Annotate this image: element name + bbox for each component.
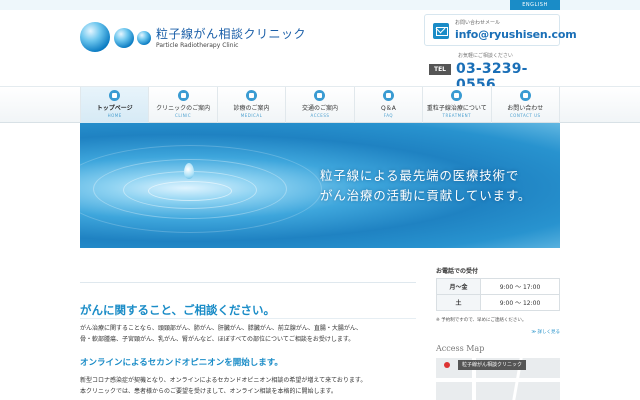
divider xyxy=(80,282,416,283)
email-contact-box[interactable]: お問い合わせメール info@ryushisen.com xyxy=(424,14,577,46)
nav-label: 重粒子線治療について xyxy=(426,105,487,112)
nav-item-faq[interactable]: Q＆A FAQ xyxy=(353,87,422,123)
email-caption: お問い合わせメール xyxy=(455,20,501,26)
phone-hours-title: お電話での受付 xyxy=(436,268,479,275)
nav-sublabel: MEDICAL xyxy=(240,113,263,118)
hours-time: 9:00 〜 17:00 xyxy=(480,278,560,295)
nav-item-contact[interactable]: お問い合わせ CONTACT US xyxy=(490,87,560,123)
nav-label: 交通のご案内 xyxy=(301,105,338,112)
medical-icon xyxy=(246,90,258,101)
reservation-note: ※ 予約制ですので、早めにご連絡ください。 xyxy=(436,318,527,323)
logo-title: 粒子線がん相談クリニック xyxy=(156,27,307,41)
water-drop-image xyxy=(184,163,194,179)
intro-text: がん治療に関することなら、頭頸部がん、肺がん、肝臓がん、膵臓がん、前立腺がん、直… xyxy=(80,325,362,332)
logo-bubble-icon xyxy=(114,28,134,48)
hero-tagline: がん治療の活動に貢献しています。 xyxy=(320,188,532,203)
nav-item-treatment[interactable]: 重粒子線治療について TREATMENT xyxy=(422,87,490,123)
mail-icon xyxy=(433,23,449,39)
online-text: 本クリニックでは、患者様からのご要望を受けまして、オンライン相談を本格的に開始し… xyxy=(80,388,337,395)
divider xyxy=(80,318,416,319)
contact-icon xyxy=(519,90,531,101)
tel-badge: TEL xyxy=(429,64,451,75)
nav-item-access[interactable]: 交通のご案内 ACCESS xyxy=(285,87,353,123)
phone-contact: TEL 03-3239-0556 xyxy=(424,61,560,93)
map-clinic-label: 粒子線がん相談クリニック xyxy=(458,360,527,370)
email-link[interactable]: info@ryushisen.com xyxy=(455,28,577,41)
treatment-icon xyxy=(451,90,463,101)
access-map[interactable]: 粒子線がん相談クリニック xyxy=(436,358,560,400)
table-row: 土 9:00 〜 12:00 xyxy=(436,294,560,311)
map-road xyxy=(436,378,560,382)
access-icon xyxy=(314,90,326,101)
nav-label: Q＆A xyxy=(380,105,396,112)
hours-time: 9:00 〜 12:00 xyxy=(480,294,560,311)
nav-sublabel: HOME xyxy=(107,113,122,118)
sidebar: お電話での受付 月〜金 9:00 〜 17:00 土 9:00 〜 12:00 … xyxy=(436,262,560,400)
details-link[interactable]: ≫ 詳しく見る xyxy=(531,329,560,335)
nav-item-home[interactable]: トップページ HOME xyxy=(80,87,149,123)
hours-day: 月〜金 xyxy=(436,278,481,295)
hero-banner: 粒子線による最先端の医療技術で がん治療の活動に貢献しています。 xyxy=(80,123,560,248)
home-icon xyxy=(109,90,121,101)
hero-tagline: 粒子線による最先端の医療技術で xyxy=(320,168,520,183)
intro-text: 骨・軟部腫瘍、子宮頸がん、乳がん、腎がんなど、ほぼすべての部位についてご相談をお… xyxy=(80,336,355,343)
online-heading: オンラインによるセカンドオピニオンを開始します。 xyxy=(80,358,283,368)
table-row: 月〜金 9:00 〜 17:00 xyxy=(436,278,560,295)
water-ripple xyxy=(148,181,232,201)
nav-label: トップページ xyxy=(96,105,133,112)
nav-sublabel: ACCESS xyxy=(310,113,330,118)
faq-icon xyxy=(382,90,394,101)
phone-caption: お気軽にご相談ください xyxy=(458,53,513,59)
hours-day: 土 xyxy=(436,294,481,311)
hours-table: 月〜金 9:00 〜 17:00 土 9:00 〜 12:00 xyxy=(436,278,560,311)
top-bar: ENGLISH xyxy=(0,0,640,10)
main-nav: トップページ HOME クリニックのご案内 CLINIC 診療のご案内 MEDI… xyxy=(0,86,640,123)
main-content: がんに関すること、ご相談ください。 がん治療に関することなら、頭頸部がん、肺がん… xyxy=(80,262,416,400)
nav-sublabel: CONTACT US xyxy=(509,113,541,118)
clinic-logo[interactable]: 粒子線がん相談クリニック Particle Radiotherapy Clini… xyxy=(80,22,310,66)
online-text: 新型コロナ感染症が契機となり、オンラインによるセカンドオピニオン相談の希望が増え… xyxy=(80,377,367,384)
main-heading: がんに関すること、ご相談ください。 xyxy=(80,303,276,317)
nav-item-clinic[interactable]: クリニックのご案内 CLINIC xyxy=(148,87,216,123)
logo-subtitle: Particle Radiotherapy Clinic xyxy=(156,42,239,49)
clinic-icon xyxy=(177,90,189,101)
nav-item-medical[interactable]: 診療のご案内 MEDICAL xyxy=(216,87,285,123)
logo-bubble-icon xyxy=(137,31,151,45)
nav-sublabel: FAQ xyxy=(383,113,394,118)
nav-label: クリニックのご案内 xyxy=(156,105,211,112)
english-link[interactable]: ENGLISH xyxy=(510,0,560,10)
access-map-title: Access Map xyxy=(436,344,485,353)
nav-sublabel: TREATMENT xyxy=(442,113,472,118)
nav-label: 診療のご案内 xyxy=(233,105,270,112)
nav-label: お問い合わせ xyxy=(507,105,544,112)
map-pin-icon xyxy=(444,362,450,368)
logo-bubble-icon xyxy=(80,22,110,52)
nav-sublabel: CLINIC xyxy=(175,113,192,118)
